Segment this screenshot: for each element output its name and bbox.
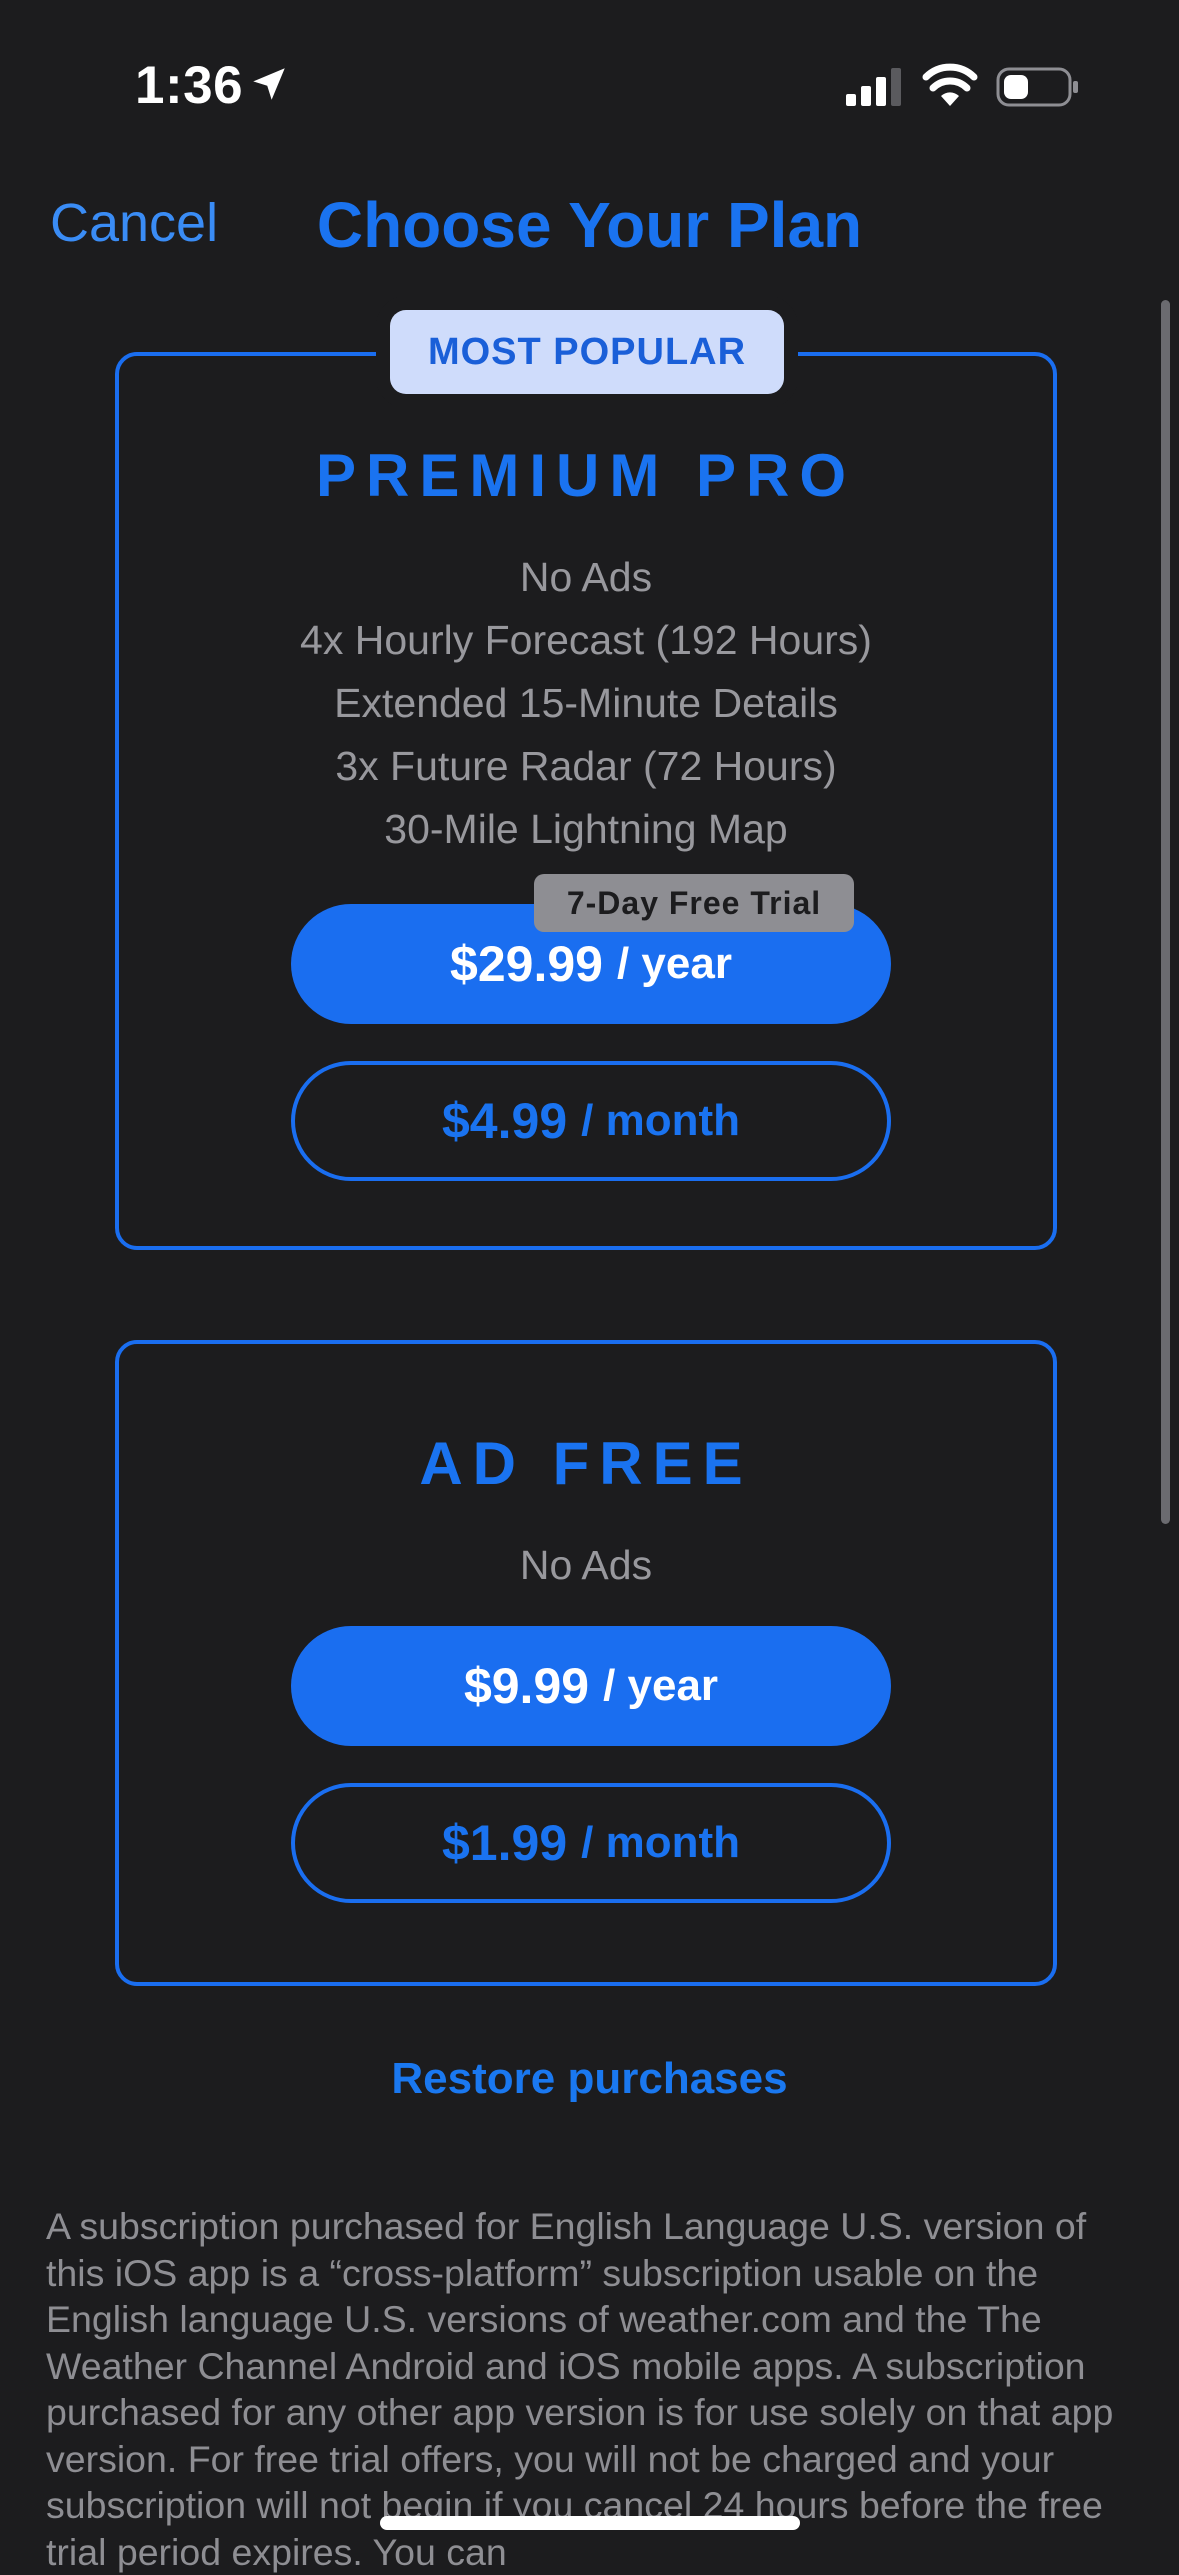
premium-pro-monthly-button[interactable]: $4.99 / month: [291, 1061, 891, 1181]
most-popular-badge: MOST POPULAR: [390, 310, 784, 394]
feature-list: No Ads: [119, 1534, 1053, 1597]
battery-icon: [996, 67, 1078, 107]
free-trial-badge: 7-Day Free Trial: [534, 874, 854, 932]
plan-card-ad-free: AD FREE No Ads $9.99 / year $1.99 / mont…: [115, 1340, 1057, 1986]
page-title: Choose Your Plan: [316, 189, 863, 261]
status-time: 1:36: [135, 56, 244, 115]
feature-item: No Ads: [519, 554, 653, 600]
feature-item: 4x Hourly Forecast (192 Hours): [300, 617, 872, 663]
price-period: / month: [581, 1096, 740, 1145]
ad-free-yearly-button[interactable]: $9.99 / year: [291, 1626, 891, 1746]
wifi-icon: [922, 63, 978, 106]
feature-item: Extended 15-Minute Details: [334, 680, 838, 726]
price-amount: $4.99: [442, 1093, 568, 1149]
home-indicator[interactable]: [380, 2516, 800, 2530]
status-bar: 1:36: [0, 0, 1179, 170]
feature-list: No Ads 4x Hourly Forecast (192 Hours) Ex…: [119, 546, 1053, 861]
plan-name: PREMIUM PRO: [315, 442, 857, 509]
restore-purchases-link[interactable]: Restore purchases: [0, 2054, 1179, 2104]
feature-item: No Ads: [519, 1542, 653, 1588]
price-period: / month: [581, 1818, 740, 1867]
feature-item: 30-Mile Lightning Map: [384, 806, 788, 852]
navigation-bar: Cancel Choose Your Plan: [0, 170, 1179, 290]
plan-name: AD FREE: [419, 1430, 753, 1497]
scroll-indicator[interactable]: [1161, 300, 1170, 1524]
price-amount: $9.99: [463, 1658, 590, 1714]
feature-item: 3x Future Radar (72 Hours): [335, 743, 837, 789]
cellular-signal-icon: [846, 68, 901, 106]
location-arrow-icon: [253, 68, 285, 100]
ad-free-monthly-button[interactable]: $1.99 / month: [291, 1783, 891, 1903]
plan-card-premium-pro: PREMIUM PRO No Ads 4x Hourly Forecast (1…: [115, 352, 1057, 1250]
price-amount: $1.99: [442, 1815, 568, 1871]
price-period: / year: [616, 939, 732, 988]
price-amount: $29.99: [450, 936, 603, 992]
price-period: / year: [603, 1661, 719, 1710]
